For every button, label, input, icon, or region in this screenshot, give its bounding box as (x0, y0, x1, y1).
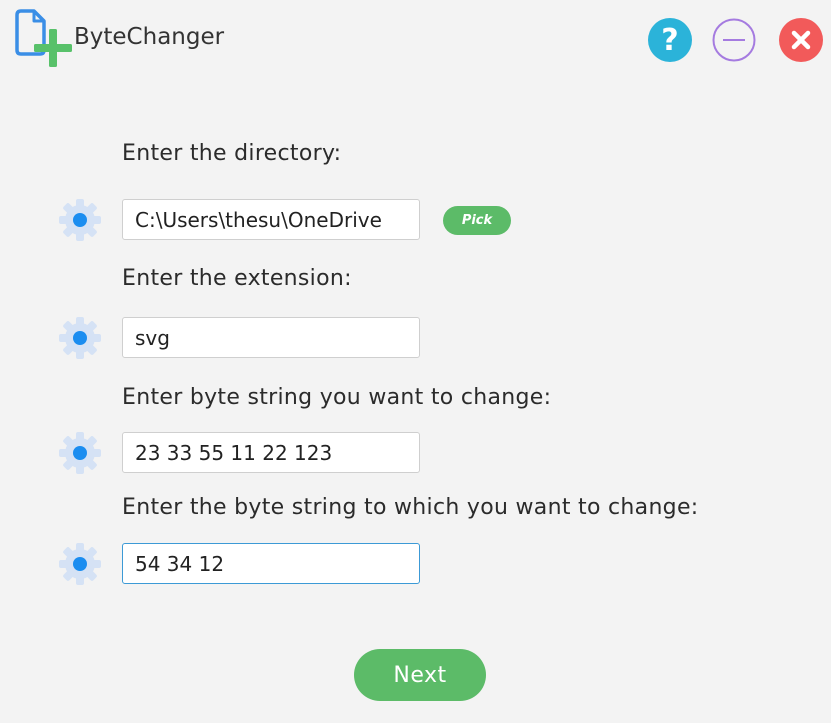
minimize-icon[interactable] (711, 17, 757, 63)
directory-input[interactable] (122, 199, 420, 240)
gear-icon (59, 432, 101, 474)
gear-icon (59, 199, 101, 241)
byte-to-label: Enter the byte string to which you want … (122, 495, 699, 520)
pick-button[interactable]: Pick (443, 206, 511, 235)
gear-icon (59, 543, 101, 585)
directory-label: Enter the directory: (122, 141, 342, 166)
close-icon[interactable] (778, 17, 824, 63)
app-title: ByteChanger (74, 24, 225, 50)
byte-from-input[interactable] (122, 432, 420, 473)
next-button[interactable]: Next (354, 649, 486, 701)
byte-from-label: Enter byte string you want to change: (122, 385, 552, 410)
byte-to-input[interactable] (122, 543, 420, 584)
gear-icon (59, 317, 101, 359)
document-plus-icon (15, 9, 72, 67)
title-bar: ByteChanger ? (0, 0, 831, 80)
extension-input[interactable] (122, 317, 420, 358)
extension-label: Enter the extension: (122, 266, 352, 291)
svg-text:?: ? (661, 23, 678, 58)
help-icon[interactable]: ? (647, 17, 693, 63)
